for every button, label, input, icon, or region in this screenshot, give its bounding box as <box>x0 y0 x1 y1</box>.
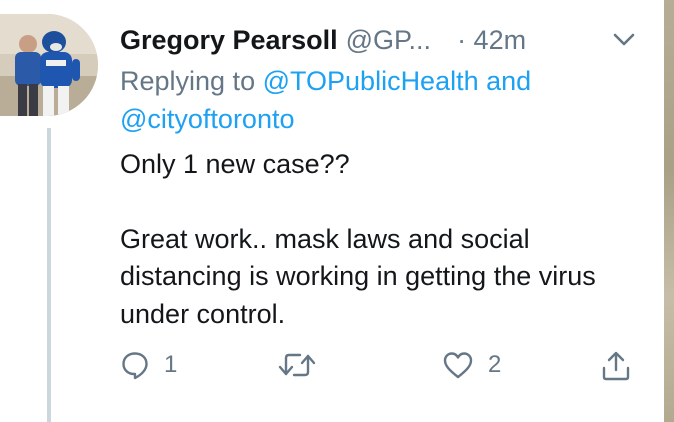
tweet-header: Gregory Pearsoll @GP... · 42m <box>120 18 640 62</box>
author-handle[interactable]: @GP... <box>346 25 431 56</box>
tweet-text: Only 1 new case?? Great work.. mask laws… <box>120 146 650 333</box>
retweet-icon <box>278 350 316 380</box>
tweet-text-paragraph: Great work.. mask laws and social distan… <box>120 223 596 329</box>
share-icon <box>600 350 632 382</box>
author-name[interactable]: Gregory Pearsoll <box>120 25 338 56</box>
chevron-down-icon[interactable] <box>610 26 638 54</box>
retweet-button[interactable] <box>278 350 330 380</box>
mention-link-cityoftoronto[interactable]: @cityoftoronto <box>120 104 295 134</box>
share-button[interactable] <box>600 350 632 382</box>
replying-to-label: Replying to <box>120 66 256 96</box>
mention-and[interactable]: and <box>486 66 531 96</box>
like-count: 2 <box>488 351 502 378</box>
replying-to: Replying to @TOPublicHealth and @cityoft… <box>120 62 650 138</box>
avatar-image <box>0 14 98 116</box>
avatar[interactable] <box>0 14 98 116</box>
action-bar: 1 2 <box>0 350 674 390</box>
reply-count: 1 <box>164 351 178 378</box>
heart-icon <box>442 350 474 380</box>
tweet-timestamp[interactable]: · 42m <box>457 25 526 56</box>
reply-icon <box>120 350 150 380</box>
reply-button[interactable]: 1 <box>120 350 177 380</box>
tweet-text-line: Only 1 new case?? <box>120 149 350 179</box>
like-button[interactable]: 2 <box>442 350 501 380</box>
mention-link-topublichealth[interactable]: @TOPublicHealth <box>263 66 479 96</box>
